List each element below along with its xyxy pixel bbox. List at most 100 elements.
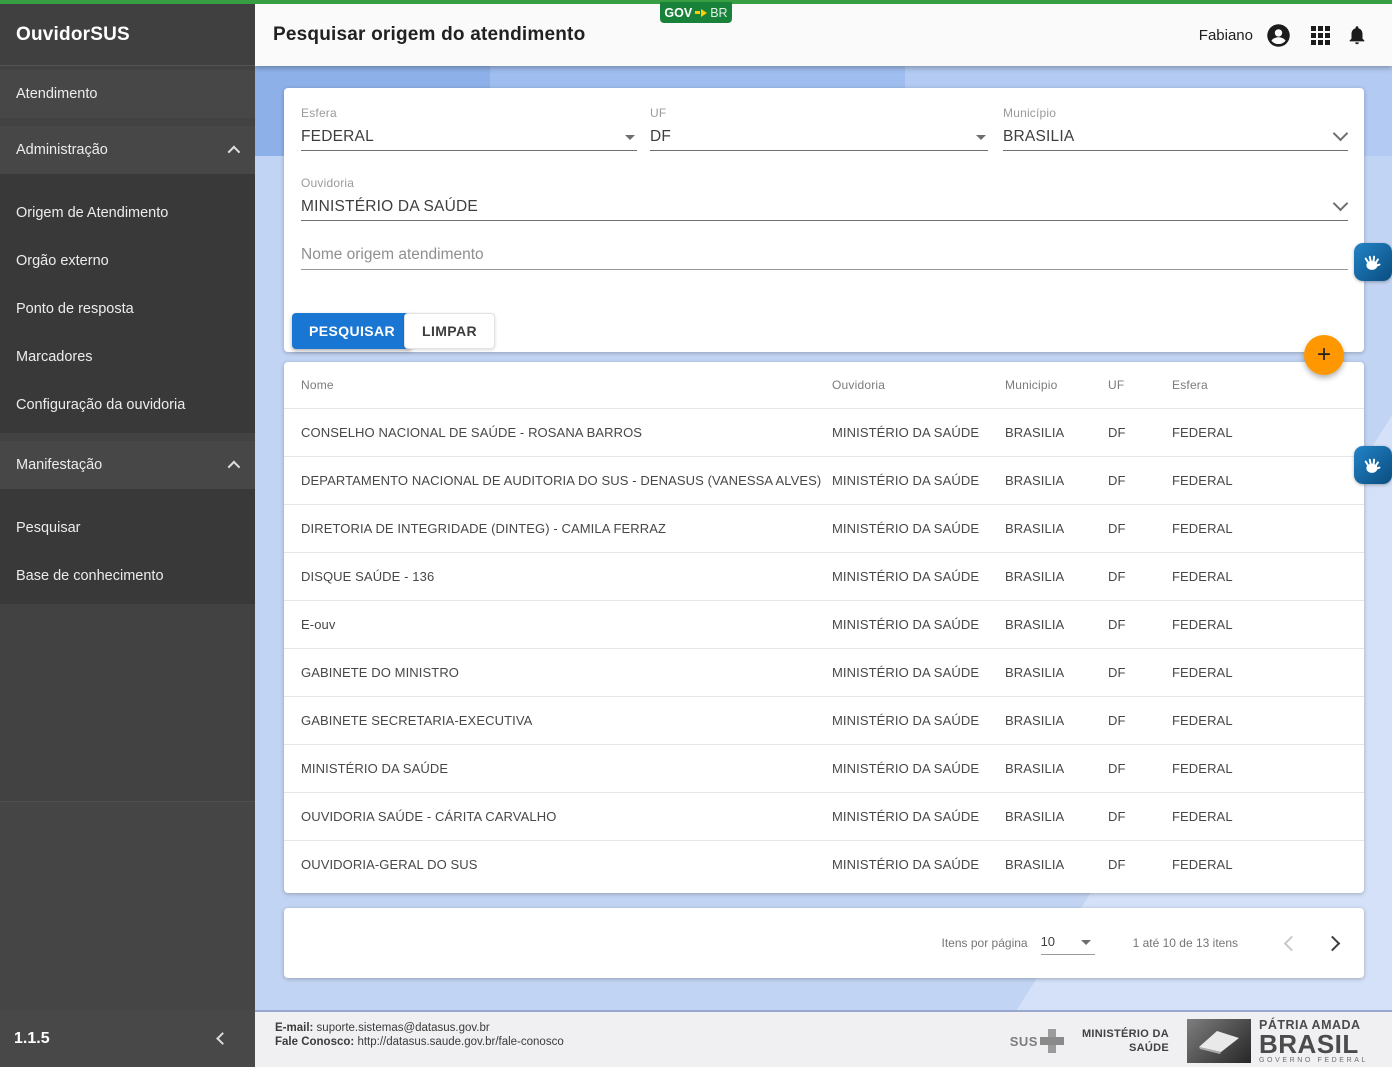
vlibras-accessibility-icon[interactable] — [1354, 446, 1392, 484]
cell-nome: DIRETORIA DE INTEGRIDADE (DINTEG) - CAMI… — [301, 521, 832, 536]
sidebar-item-label: Atendimento — [16, 86, 97, 102]
column-header-nome: Nome — [301, 378, 832, 392]
cell-esfera: FEDERAL — [1172, 665, 1347, 680]
dropdown-caret-icon — [976, 135, 986, 140]
table-row[interactable]: GABINETE SECRETARIA-EXECUTIVAMINISTÉRIO … — [284, 696, 1364, 744]
table-body: CONSELHO NACIONAL DE SAÚDE - ROSANA BARR… — [284, 408, 1364, 888]
table-header-row: Nome Ouvidoria Municipio UF Esfera — [284, 362, 1364, 408]
add-origem-fab-button[interactable]: + — [1304, 335, 1344, 375]
sidebar-subpanel: Pesquisar Base de conhecimento — [0, 489, 255, 604]
sidebar-item-orgao-externo[interactable]: Orgão externo — [0, 237, 255, 285]
cell-esfera: FEDERAL — [1172, 761, 1347, 776]
sidebar: OuvidorSUS AtendimentoAdministraçãoOrige… — [0, 4, 255, 1067]
cell-ouvidoria: MINISTÉRIO DA SAÚDE — [832, 425, 1005, 440]
sidebar-item-configuracao-da-ouvidoria[interactable]: Configuração da ouvidoria — [0, 381, 255, 429]
app-version: 1.1.5 — [14, 1030, 50, 1048]
table-row[interactable]: OUVIDORIA-GERAL DO SUSMINISTÉRIO DA SAÚD… — [284, 840, 1364, 888]
brasil-government-logo: PÁTRIA AMADA BRASIL GOVERNO FEDERAL — [1187, 1018, 1368, 1065]
email-link[interactable]: suporte.sistemas@datasus.gov.br — [317, 1022, 490, 1034]
table-row[interactable]: DISQUE SAÚDE - 136MINISTÉRIO DA SAÚDEBRA… — [284, 552, 1364, 600]
cell-esfera: FEDERAL — [1172, 569, 1347, 584]
cell-municipio: BRASILIA — [1005, 761, 1108, 776]
table-row[interactable]: CONSELHO NACIONAL DE SAÚDE - ROSANA BARR… — [284, 408, 1364, 456]
sidebar-item-label: Marcadores — [16, 349, 93, 365]
pagination-card: Itens por página 10 1 até 10 de 13 itens — [284, 908, 1364, 978]
uf-select[interactable]: UF DF — [650, 106, 988, 151]
sidebar-item-label: Pesquisar — [16, 520, 80, 536]
apps-grid-icon[interactable] — [1311, 26, 1330, 45]
municipio-select[interactable]: Município BRASILIA — [1003, 106, 1348, 151]
sidebar-spacer-bottom — [0, 802, 255, 1010]
cell-municipio: BRASILIA — [1005, 809, 1108, 824]
notifications-bell-icon[interactable] — [1340, 18, 1374, 52]
dropdown-caret-icon — [625, 135, 635, 140]
sidebar-item-atendimento[interactable]: Atendimento — [0, 70, 255, 118]
items-per-page-select[interactable]: 10 — [1041, 931, 1095, 955]
cell-municipio: BRASILIA — [1005, 713, 1108, 728]
search-form-card: Esfera FEDERAL UF DF Município BRASILIA … — [284, 88, 1364, 352]
table-row[interactable]: GABINETE DO MINISTROMINISTÉRIO DA SAÚDEB… — [284, 648, 1364, 696]
sidebar-item-origem-de-atendimento[interactable]: Origem de Atendimento — [0, 189, 255, 237]
previous-page-icon[interactable] — [1284, 935, 1300, 951]
footer-contact-block: E-mail: suporte.sistemas@datasus.gov.br … — [275, 1021, 564, 1050]
sidebar-item-ponto-de-resposta[interactable]: Ponto de resposta — [0, 285, 255, 333]
sidebar-item-administracao[interactable]: Administração — [0, 126, 255, 174]
appbar: Pesquisar origem do atendimento Fabiano — [255, 4, 1392, 66]
pesquisar-button[interactable]: PESQUISAR — [292, 313, 412, 349]
cell-ouvidoria: MINISTÉRIO DA SAÚDE — [832, 713, 1005, 728]
sidebar-item-marcadores[interactable]: Marcadores — [0, 333, 255, 381]
collapse-sidebar-icon[interactable] — [216, 1032, 229, 1045]
govbr-badge: GOV BR — [660, 2, 732, 23]
uf-label: UF — [650, 106, 988, 120]
column-header-ouvidoria: Ouvidoria — [832, 378, 1005, 392]
account-circle-icon[interactable] — [1261, 18, 1295, 52]
cell-municipio: BRASILIA — [1005, 425, 1108, 440]
sidebar-item-manifestacao[interactable]: Manifestação — [0, 441, 255, 489]
cell-uf: DF — [1108, 617, 1172, 632]
cell-uf: DF — [1108, 809, 1172, 824]
cell-ouvidoria: MINISTÉRIO DA SAÚDE — [832, 809, 1005, 824]
sidebar-item-base-de-conhecimento[interactable]: Base de conhecimento — [0, 552, 255, 600]
esfera-select[interactable]: Esfera FEDERAL — [301, 106, 637, 151]
sidebar-item-label: Configuração da ouvidoria — [16, 397, 185, 413]
ouvidoria-select[interactable]: Ouvidoria MINISTÉRIO DA SAÚDE — [301, 176, 1348, 221]
table-row[interactable]: DIRETORIA DE INTEGRIDADE (DINTEG) - CAMI… — [284, 504, 1364, 552]
cell-municipio: BRASILIA — [1005, 665, 1108, 680]
cell-nome: GABINETE DO MINISTRO — [301, 665, 832, 680]
cell-municipio: BRASILIA — [1005, 521, 1108, 536]
table-row[interactable]: MINISTÉRIO DA SAÚDEMINISTÉRIO DA SAÚDEBR… — [284, 744, 1364, 792]
limpar-button[interactable]: LIMPAR — [404, 313, 495, 349]
next-page-icon[interactable] — [1325, 935, 1341, 951]
cell-esfera: FEDERAL — [1172, 617, 1347, 632]
vlibras-accessibility-icon[interactable] — [1354, 243, 1392, 281]
cell-esfera: FEDERAL — [1172, 857, 1347, 872]
cell-ouvidoria: MINISTÉRIO DA SAÚDE — [832, 617, 1005, 632]
nome-origem-input[interactable] — [301, 240, 1348, 270]
cell-uf: DF — [1108, 569, 1172, 584]
chevron-down-icon — [1333, 196, 1349, 212]
cell-ouvidoria: MINISTÉRIO DA SAÚDE — [832, 473, 1005, 488]
cell-ouvidoria: MINISTÉRIO DA SAÚDE — [832, 665, 1005, 680]
cell-uf: DF — [1108, 425, 1172, 440]
cell-ouvidoria: MINISTÉRIO DA SAÚDE — [832, 569, 1005, 584]
sidebar-item-label: Origem de Atendimento — [16, 205, 168, 221]
nome-origem-field — [301, 240, 1348, 270]
govbr-arrow-icon — [695, 11, 700, 14]
email-label: E-mail: — [275, 1022, 313, 1034]
cell-esfera: FEDERAL — [1172, 521, 1347, 536]
cell-municipio: BRASILIA — [1005, 857, 1108, 872]
cell-esfera: FEDERAL — [1172, 713, 1347, 728]
cell-nome: OUVIDORIA-GERAL DO SUS — [301, 857, 832, 872]
cell-municipio: BRASILIA — [1005, 569, 1108, 584]
cell-ouvidoria: MINISTÉRIO DA SAÚDE — [832, 521, 1005, 536]
cell-nome: E-ouv — [301, 617, 832, 632]
esfera-value: FEDERAL — [301, 128, 374, 145]
table-row[interactable]: DEPARTAMENTO NACIONAL DE AUDITORIA DO SU… — [284, 456, 1364, 504]
cell-uf: DF — [1108, 473, 1172, 488]
sidebar-item-pesquisar[interactable]: Pesquisar — [0, 504, 255, 552]
fale-conosco-link[interactable]: http://datasus.saude.gov.br/fale-conosco — [357, 1036, 563, 1048]
cell-uf: DF — [1108, 857, 1172, 872]
cell-municipio: BRASILIA — [1005, 473, 1108, 488]
table-row[interactable]: OUVIDORIA SAÚDE - CÁRITA CARVALHOMINISTÉ… — [284, 792, 1364, 840]
table-row[interactable]: E-ouvMINISTÉRIO DA SAÚDEBRASILIADFFEDERA… — [284, 600, 1364, 648]
